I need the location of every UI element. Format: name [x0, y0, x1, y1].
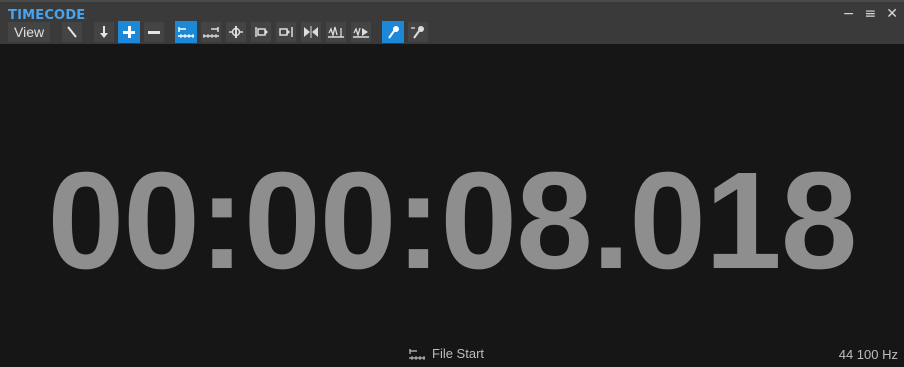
- arrow-down-icon: [100, 26, 109, 38]
- window-controls: − ≡ ✕: [843, 6, 898, 22]
- playback-position-icon: [353, 27, 370, 38]
- region-icon: [304, 26, 319, 38]
- sample-rate: 44 100 Hz: [838, 347, 898, 362]
- options-button[interactable]: ≡: [865, 6, 877, 22]
- selection-end-icon: [279, 27, 293, 37]
- region-button[interactable]: [300, 21, 323, 43]
- plus-icon: [123, 26, 136, 38]
- arrow-down-button[interactable]: [93, 21, 116, 43]
- cursor-position-icon: [229, 26, 244, 38]
- file-end-button[interactable]: [200, 21, 223, 43]
- close-button[interactable]: ✕: [886, 6, 898, 22]
- toolbar: View: [7, 21, 430, 43]
- file-start-ruler-icon: [178, 27, 195, 38]
- cursor-line-button[interactable]: [61, 21, 84, 43]
- cursor-position-button[interactable]: [225, 21, 248, 43]
- reference-label: File Start: [432, 346, 485, 361]
- timecode-display: 00:00:08.018 File Start 44 100 Hz: [0, 44, 904, 367]
- minus-icon: [148, 31, 161, 34]
- playback-position-button[interactable]: [350, 21, 373, 43]
- file-start-button[interactable]: [175, 21, 198, 43]
- playback-start-button[interactable]: [325, 21, 348, 43]
- timecode-value: 00:00:08.018: [47, 144, 858, 298]
- mic-settings-icon: [411, 26, 425, 39]
- add-button[interactable]: [118, 21, 141, 43]
- mic-settings-button[interactable]: [407, 21, 430, 43]
- timecode-window: TIMECODE − ≡ ✕ View 00:00:08.018 File St…: [0, 0, 904, 367]
- record-mic-icon: [388, 26, 400, 39]
- file-end-ruler-icon: [203, 27, 220, 38]
- selection-end-button[interactable]: [275, 21, 298, 43]
- reference-indicator: File Start: [408, 346, 484, 361]
- title-bar: TIMECODE − ≡ ✕ View: [0, 2, 904, 44]
- remove-button[interactable]: [143, 21, 166, 43]
- selection-start-icon: [255, 27, 269, 37]
- playback-start-icon: [328, 26, 345, 38]
- selection-start-button[interactable]: [250, 21, 273, 43]
- cursor-line-icon: [67, 26, 77, 38]
- minimize-button[interactable]: −: [843, 6, 855, 22]
- record-mic-button[interactable]: [382, 21, 405, 43]
- file-start-ruler-icon: [409, 348, 425, 360]
- view-menu-button[interactable]: View: [7, 21, 52, 43]
